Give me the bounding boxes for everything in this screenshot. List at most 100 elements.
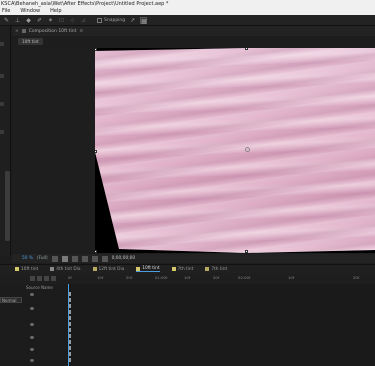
keyframe-marker[interactable] <box>69 316 71 320</box>
visibility-eye-icon[interactable] <box>30 323 34 326</box>
keyframe-marker[interactable] <box>69 292 71 296</box>
tools-toolbar: ✎ ⊥ ◆ ✐ ✶ ⊡ ⊹ ⊿ Snapping ↗ ▦ <box>0 15 375 26</box>
keyframe-marker[interactable] <box>69 310 71 314</box>
keyframe-marker[interactable] <box>69 346 71 350</box>
timeline-tab[interactable]: 7th tint <box>205 267 227 272</box>
composition-tab[interactable]: Composition 10ft tint <box>29 29 77 34</box>
world-axis-icon[interactable]: ⊹ <box>69 17 76 24</box>
tab-color-swatch <box>50 267 55 271</box>
mode-dropdown[interactable]: Normal <box>0 297 22 303</box>
keyframe-marker[interactable] <box>69 328 71 332</box>
panel-marker-icon <box>0 74 4 78</box>
transform-handle[interactable] <box>95 250 97 253</box>
mask-visibility-icon[interactable] <box>71 255 78 262</box>
region-of-interest-icon[interactable] <box>51 255 58 262</box>
transform-handle[interactable] <box>95 48 97 51</box>
ruler-tick: 20f <box>353 275 360 280</box>
tab-color-swatch <box>171 267 176 271</box>
composition-viewer[interactable] <box>12 48 375 253</box>
composition-canvas[interactable] <box>95 48 375 253</box>
view-axis-icon[interactable]: ⊿ <box>80 17 87 24</box>
menu-window[interactable]: Window <box>20 8 40 15</box>
fabric-layer-image[interactable] <box>95 48 375 253</box>
draft-3d-icon[interactable] <box>37 276 42 281</box>
motion-blur-icon[interactable] <box>44 276 49 281</box>
keyframe-marker[interactable] <box>69 322 71 326</box>
transform-handle[interactable] <box>95 150 97 153</box>
window-title: KSCA\Behaneh_asia\Wet\After Effects\Proj… <box>0 0 375 8</box>
viewer-controls: 50 % (Full) 0;00;00;00 <box>12 254 375 263</box>
timeline-header: 0f 10f 20f 01:00f 10f 20f 02:00f 10f 20f <box>0 273 375 284</box>
panel-marker-icon <box>0 102 4 106</box>
ruler-tick: 10f <box>184 275 191 280</box>
layer-header-label: Source Name <box>26 284 53 290</box>
keyframe-marker[interactable] <box>69 334 71 338</box>
time-ruler[interactable]: 0f 10f 20f 01:00f 10f 20f 02:00f 10f 20f <box>68 273 375 284</box>
color-channel-icon[interactable] <box>101 255 108 262</box>
brush-icon[interactable]: ✎ <box>3 17 10 24</box>
panel-marker-icon <box>0 42 4 46</box>
timeline-tab[interactable]: 4th tint Dia <box>50 266 81 272</box>
transform-handle[interactable] <box>245 48 248 50</box>
project-scrollbar[interactable] <box>5 171 10 241</box>
current-timecode[interactable]: 0;00;00;00 <box>112 256 135 261</box>
comp-switch-icon[interactable] <box>30 276 35 281</box>
local-axis-icon[interactable]: ⊡ <box>58 17 65 24</box>
project-panel <box>0 26 11 256</box>
panel-marker-icon <box>0 130 4 134</box>
visibility-eye-icon[interactable] <box>30 293 34 296</box>
keyframe-marker[interactable] <box>69 340 71 344</box>
timeline-tabs: 10ft tint 4th tint Dia 12ft tint Dia 10f… <box>0 264 375 273</box>
timeline-tab[interactable]: 12ft tint Dia <box>92 267 124 272</box>
grid-icon[interactable]: ▦ <box>140 16 148 25</box>
ruler-tick: 02:00f <box>238 275 251 280</box>
menu-help[interactable]: Help <box>50 8 61 15</box>
snapping-toggle[interactable]: Snapping <box>97 17 126 23</box>
tab-label: 10ft tint <box>142 266 160 271</box>
stamp-icon[interactable]: ⊥ <box>14 17 21 24</box>
camera-icon[interactable] <box>91 255 98 262</box>
layer-panel: Source Name Normal <box>0 284 68 366</box>
eraser-icon[interactable]: ◆ <box>25 17 32 24</box>
close-icon[interactable]: × <box>15 29 19 34</box>
tab-label: 4th tint Dia <box>56 266 81 272</box>
transparency-grid-icon[interactable] <box>61 255 68 262</box>
tab-label: 7th tint <box>177 266 194 272</box>
timeline-switches <box>0 276 68 281</box>
composition-tab-bar: × Composition 10ft tint ≡ <box>12 26 375 36</box>
roto-brush-icon[interactable]: ✐ <box>36 17 43 24</box>
timeline-tracks[interactable] <box>68 284 375 366</box>
ruler-tick: 20f <box>213 275 220 280</box>
graph-editor-icon[interactable] <box>51 276 56 281</box>
visibility-eye-icon[interactable] <box>30 307 34 310</box>
tab-color-swatch <box>205 267 210 271</box>
keyframe-marker[interactable] <box>69 298 71 302</box>
lock-icon[interactable] <box>21 29 26 33</box>
composition-breadcrumb[interactable]: 10ft tint <box>18 38 43 45</box>
keyframe-marker[interactable] <box>69 304 71 308</box>
snapping-checkbox[interactable] <box>97 17 102 23</box>
timeline-tab-active[interactable]: 10ft tint <box>136 266 160 272</box>
keyframe-marker[interactable] <box>69 358 71 362</box>
visibility-eye-icon[interactable] <box>30 336 34 339</box>
menu-file[interactable]: File <box>2 8 10 15</box>
menu-icon[interactable]: ≡ <box>79 29 83 34</box>
snapping-label: Snapping <box>104 17 126 23</box>
zoom-dropdown[interactable]: 50 % <box>22 256 33 261</box>
visibility-eye-icon[interactable] <box>30 348 34 351</box>
guides-icon[interactable] <box>81 255 88 262</box>
anchor-point-icon[interactable] <box>245 147 250 152</box>
tab-color-swatch <box>15 267 19 271</box>
puppet-pin-icon[interactable]: ✶ <box>47 17 54 24</box>
timeline-tab[interactable]: 10ft tint <box>15 267 38 272</box>
resolution-dropdown[interactable]: (Full) <box>37 256 48 261</box>
menu-bar: File Window Help <box>0 8 375 15</box>
transform-handle[interactable] <box>245 250 248 253</box>
keyframe-marker[interactable] <box>69 352 71 356</box>
ruler-tick: 0f <box>68 275 72 280</box>
tab-color-swatch <box>92 267 97 271</box>
timeline-tab[interactable]: 7th tint <box>171 266 194 272</box>
visibility-eye-icon[interactable] <box>30 359 34 362</box>
expand-icon[interactable]: ↗ <box>129 17 136 24</box>
ruler-tick: 01:00f <box>155 275 168 280</box>
